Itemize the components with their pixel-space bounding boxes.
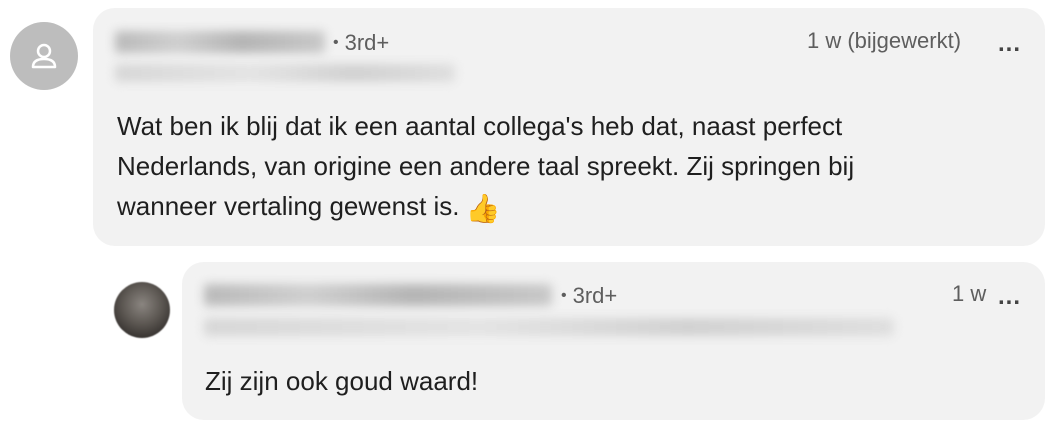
reply-connection-degree: • 3rd+ <box>561 283 618 308</box>
comment-timestamp: 1 w (bijgewerkt) <box>807 28 962 53</box>
replier-headline-redacted <box>204 318 894 336</box>
reply-more-options-icon[interactable]: ... <box>998 285 1021 309</box>
more-options-icon[interactable]: ... <box>998 32 1021 56</box>
thumbs-up-icon: 👍 <box>465 192 501 225</box>
replier-name-redacted[interactable] <box>204 284 552 306</box>
reply-timestamp: 1 w <box>952 281 987 306</box>
commenter-headline-redacted <box>115 64 455 82</box>
reply-text: Zij zijn ook goud waard! <box>205 366 479 396</box>
reply-connection-degree-label: 3rd+ <box>572 283 618 308</box>
connection-degree-label: 3rd+ <box>344 30 390 55</box>
reply-avatar[interactable] <box>114 282 170 338</box>
connection-degree: • 3rd+ <box>333 30 390 55</box>
avatar[interactable] <box>10 22 78 90</box>
commenter-name-redacted[interactable] <box>115 31 325 53</box>
comment-text: Wat ben ik blij dat ik een aantal colleg… <box>117 106 854 229</box>
person-placeholder-icon <box>31 43 57 69</box>
